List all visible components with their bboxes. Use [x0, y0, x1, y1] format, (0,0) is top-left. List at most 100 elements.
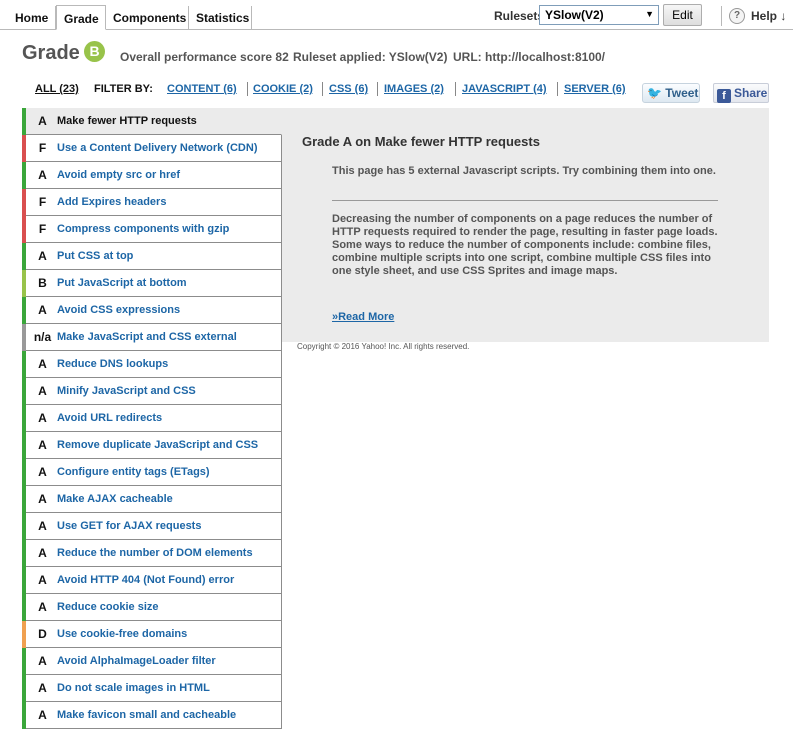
rule-row[interactable]: A Put CSS at top: [22, 243, 282, 270]
help-icon[interactable]: ?: [729, 8, 745, 24]
grade-color-bar: [22, 162, 26, 189]
rule-name-link[interactable]: Avoid empty src or href: [57, 169, 180, 181]
dropdown-arrow-icon: ▼: [645, 9, 654, 19]
rule-name-link[interactable]: Make favicon small and cacheable: [57, 709, 236, 721]
rule-grade: A: [38, 303, 47, 317]
filter-divider: [557, 82, 558, 96]
rule-grade: A: [38, 384, 47, 398]
ruleset-applied: Ruleset applied: YSlow(V2): [293, 50, 448, 64]
tweet-button[interactable]: 🐦 Tweet: [642, 83, 700, 103]
rule-row[interactable]: A Avoid empty src or href: [22, 162, 282, 189]
rule-row[interactable]: F Add Expires headers: [22, 189, 282, 216]
twitter-bird-icon: 🐦: [647, 86, 662, 100]
rule-name-link[interactable]: Use cookie-free domains: [57, 628, 187, 640]
rule-row[interactable]: A Configure entity tags (ETags): [22, 459, 282, 486]
top-tab-bar: Home Grade Components Statistics Ruleset…: [0, 0, 793, 30]
rule-row[interactable]: A Do not scale images in HTML: [22, 675, 282, 702]
grade-color-bar: [22, 270, 26, 297]
rule-row[interactable]: F Use a Content Delivery Network (CDN): [22, 135, 282, 162]
rule-grade: F: [38, 141, 47, 155]
rulesets-label: Rulesets: [494, 9, 545, 23]
rule-name-link[interactable]: Make fewer HTTP requests: [57, 115, 197, 127]
grade-color-bar: [22, 378, 26, 405]
rule-name-link[interactable]: Use GET for AJAX requests: [57, 520, 201, 532]
tab-components[interactable]: Components: [106, 6, 189, 30]
rule-row[interactable]: A Use GET for AJAX requests: [22, 513, 282, 540]
rule-row[interactable]: A Make fewer HTTP requests: [22, 108, 282, 135]
rule-name-link[interactable]: Reduce cookie size: [57, 601, 159, 613]
rule-row[interactable]: A Avoid AlphaImageLoader filter: [22, 648, 282, 675]
tab-grade[interactable]: Grade: [56, 5, 106, 30]
facebook-share-button[interactable]: f Share: [713, 83, 769, 103]
filter-server-link[interactable]: SERVER (6): [564, 83, 626, 95]
rule-grade: A: [38, 573, 47, 587]
edit-ruleset-button[interactable]: Edit: [663, 4, 702, 26]
rule-grade: A: [38, 411, 47, 425]
rule-row[interactable]: A Remove duplicate JavaScript and CSS: [22, 432, 282, 459]
rule-name-link[interactable]: Avoid AlphaImageLoader filter: [57, 655, 216, 667]
grade-color-bar: [22, 216, 26, 243]
grade-color-bar: [22, 486, 26, 513]
filter-content-link[interactable]: CONTENT (6): [167, 83, 237, 95]
rule-row[interactable]: A Avoid HTTP 404 (Not Found) error: [22, 567, 282, 594]
rule-name-link[interactable]: Do not scale images in HTML: [57, 682, 210, 694]
rule-name-link[interactable]: Avoid URL redirects: [57, 412, 162, 424]
rule-row[interactable]: B Put JavaScript at bottom: [22, 270, 282, 297]
filter-javascript-link[interactable]: JAVASCRIPT (4): [462, 83, 547, 95]
ruleset-select-value: YSlow(V2): [545, 8, 604, 22]
filter-images-link[interactable]: IMAGES (2): [384, 83, 444, 95]
filter-css-link[interactable]: CSS (6): [329, 83, 368, 95]
grade-color-bar: [22, 297, 26, 324]
grade-color-bar: [22, 351, 26, 378]
tab-statistics[interactable]: Statistics: [189, 6, 252, 30]
rule-row[interactable]: A Minify JavaScript and CSS: [22, 378, 282, 405]
ruleset-select[interactable]: YSlow(V2) ▼: [539, 5, 659, 25]
detail-title: Grade A on Make fewer HTTP requests: [302, 134, 540, 149]
rule-row[interactable]: n/a Make JavaScript and CSS external: [22, 324, 282, 351]
rule-name-link[interactable]: Configure entity tags (ETags): [57, 466, 210, 478]
rule-row[interactable]: D Use cookie-free domains: [22, 621, 282, 648]
rule-grade: A: [38, 519, 47, 533]
filter-cookie-link[interactable]: COOKIE (2): [253, 83, 313, 95]
filter-by-label: FILTER BY:: [94, 83, 153, 95]
rule-grade: A: [38, 654, 47, 668]
grade-color-bar: [22, 675, 26, 702]
filter-divider: [247, 82, 248, 96]
grade-color-bar: [22, 189, 26, 216]
rule-row[interactable]: A Make AJAX cacheable: [22, 486, 282, 513]
rule-grade: A: [38, 492, 47, 506]
grade-color-bar: [22, 621, 26, 648]
rule-grade: A: [38, 546, 47, 560]
rule-name-link[interactable]: Make AJAX cacheable: [57, 493, 173, 505]
rule-name-link[interactable]: Add Expires headers: [57, 196, 166, 208]
grade-color-bar: [22, 405, 26, 432]
help-menu[interactable]: Help ↓: [751, 9, 786, 23]
rule-row[interactable]: A Avoid URL redirects: [22, 405, 282, 432]
rule-name-link[interactable]: Make JavaScript and CSS external: [57, 331, 237, 343]
rule-grade: A: [38, 681, 47, 695]
rule-name-link[interactable]: Remove duplicate JavaScript and CSS: [57, 439, 258, 451]
rule-row[interactable]: A Reduce DNS lookups: [22, 351, 282, 378]
rule-row[interactable]: A Reduce cookie size: [22, 594, 282, 621]
rule-row[interactable]: A Avoid CSS expressions: [22, 297, 282, 324]
read-more-link[interactable]: »Read More: [332, 311, 394, 323]
filter-all-link[interactable]: ALL (23): [35, 83, 79, 95]
rule-name-link[interactable]: Avoid HTTP 404 (Not Found) error: [57, 574, 234, 586]
rule-name-link[interactable]: Avoid CSS expressions: [57, 304, 180, 316]
tab-home[interactable]: Home: [5, 6, 56, 30]
rule-grade: A: [38, 114, 47, 128]
rule-name-link[interactable]: Use a Content Delivery Network (CDN): [57, 142, 258, 154]
filter-divider: [377, 82, 378, 96]
rule-name-link[interactable]: Reduce DNS lookups: [57, 358, 168, 370]
rule-row[interactable]: A Make favicon small and cacheable: [22, 702, 282, 729]
rule-name-link[interactable]: Compress components with gzip: [57, 223, 229, 235]
rule-name-link[interactable]: Minify JavaScript and CSS: [57, 385, 196, 397]
grade-title: Grade: [22, 42, 80, 64]
rule-row[interactable]: F Compress components with gzip: [22, 216, 282, 243]
rule-grade: F: [38, 222, 47, 236]
rule-name-link[interactable]: Reduce the number of DOM elements: [57, 547, 253, 559]
rule-name-link[interactable]: Put CSS at top: [57, 250, 133, 262]
rule-grade: A: [38, 249, 47, 263]
rule-row[interactable]: A Reduce the number of DOM elements: [22, 540, 282, 567]
rule-name-link[interactable]: Put JavaScript at bottom: [57, 277, 187, 289]
